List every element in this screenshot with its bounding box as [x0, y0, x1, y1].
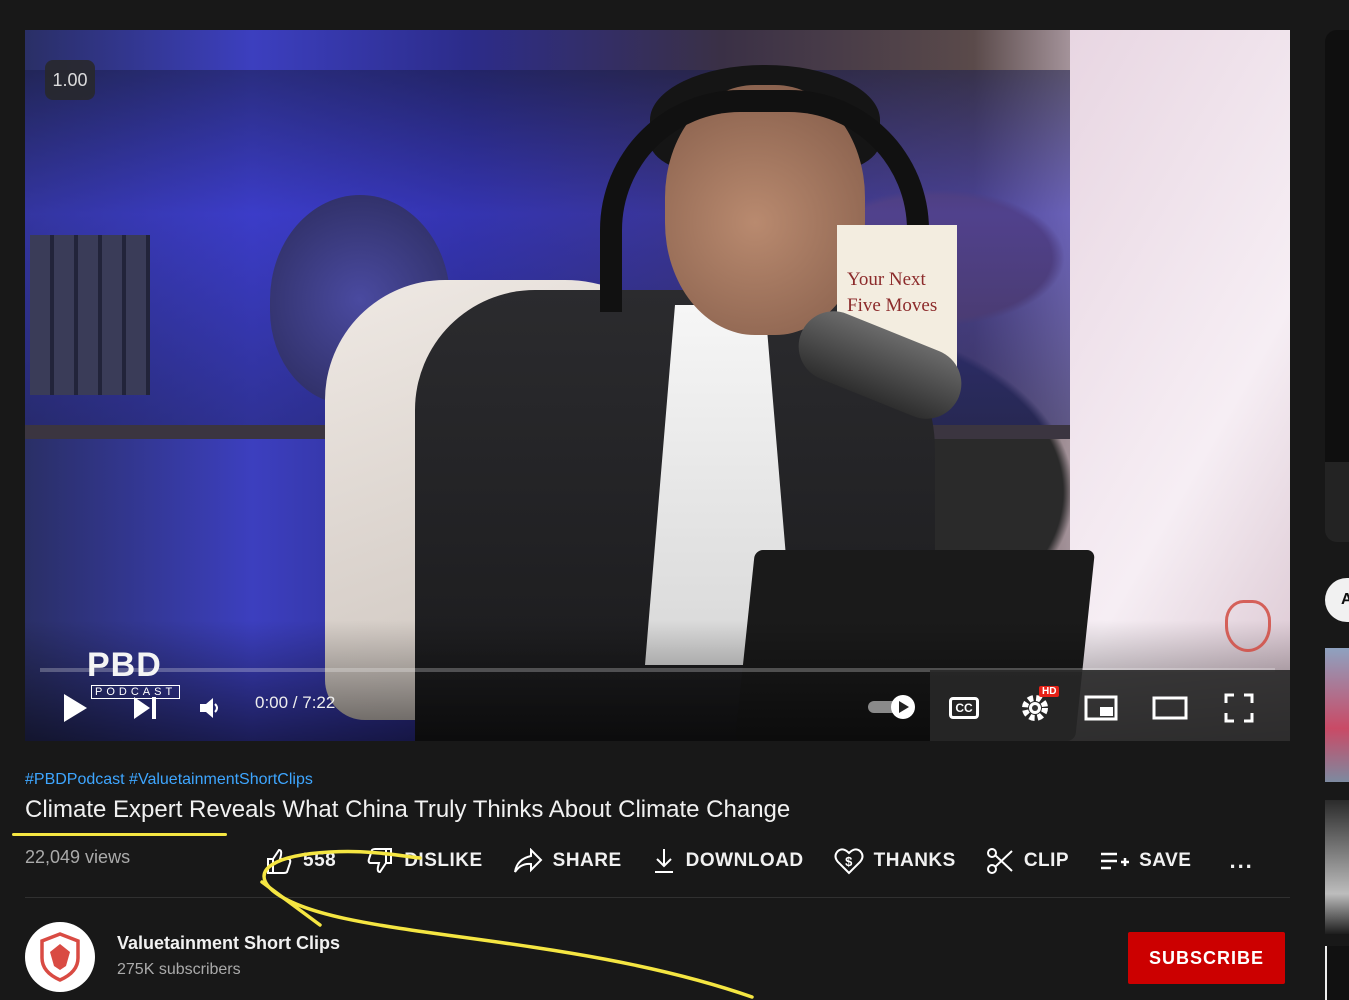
share-button[interactable]: SHARE — [513, 848, 622, 874]
channel-name[interactable]: Valuetainment Short Clips — [117, 933, 340, 954]
thanks-label: THANKS — [873, 850, 956, 871]
sidebar-filter-chip[interactable]: A — [1325, 578, 1349, 622]
play-button[interactable] — [55, 688, 95, 728]
subscribe-button[interactable]: SUBSCRIBE — [1128, 932, 1285, 984]
next-icon — [134, 697, 156, 719]
dislike-button[interactable]: DISLIKE — [366, 847, 482, 875]
clip-button[interactable]: CLIP — [986, 847, 1069, 875]
save-label: SAVE — [1139, 850, 1192, 871]
share-label: SHARE — [552, 850, 622, 871]
view-count[interactable]: 22,049 views — [25, 847, 130, 868]
sidebar-panel — [1325, 30, 1349, 462]
volume-icon — [200, 698, 218, 718]
download-icon — [654, 849, 673, 873]
miniplayer-button[interactable] — [1081, 692, 1121, 724]
bookshelf-books — [30, 235, 150, 395]
volume-button[interactable] — [195, 692, 225, 724]
gear-icon — [1022, 695, 1048, 721]
video-player[interactable]: Your Next Five Moves 1.00 PBD PODCAST 0:… — [25, 30, 1290, 741]
cc-icon: CC — [949, 697, 979, 719]
fullscreen-button[interactable] — [1219, 690, 1259, 726]
theater-icon — [1152, 696, 1188, 720]
next-button[interactable] — [125, 690, 165, 726]
hd-badge: HD — [1039, 686, 1060, 697]
video-hashtags[interactable]: #PBDPodcast #ValuetainmentShortClips — [25, 771, 313, 789]
annotation-underline — [12, 833, 227, 836]
share-icon — [513, 848, 543, 873]
download-button[interactable]: DOWNLOAD — [652, 847, 804, 875]
sidebar-thumbnail[interactable] — [1325, 800, 1349, 934]
svg-text:$: $ — [845, 854, 853, 869]
theater-mode-button[interactable] — [1149, 692, 1191, 724]
thanks-button[interactable]: $ THANKS — [834, 847, 956, 875]
sidebar-thumbnail[interactable] — [1325, 946, 1349, 1000]
fullscreen-icon — [1224, 693, 1254, 723]
action-bar: 558 DISLIKE SHARE DOWNLOAD $ THANKS CLIP… — [265, 843, 1254, 879]
dislike-label: DISLIKE — [404, 850, 483, 871]
like-count: 558 — [303, 850, 337, 871]
play-icon — [64, 694, 87, 722]
playlist-add-icon — [1101, 852, 1130, 870]
subtitles-button[interactable]: CC — [943, 692, 985, 724]
download-label: DOWNLOAD — [685, 850, 804, 871]
subscriber-count: 275K subscribers — [117, 961, 241, 978]
sidebar-panel-footer — [1325, 462, 1349, 542]
autoplay-toggle-icon — [868, 695, 915, 719]
clip-label: CLIP — [1023, 850, 1070, 871]
like-button[interactable]: 558 — [265, 847, 336, 875]
scissors-icon — [986, 848, 1013, 874]
heart-dollar-icon: $ — [834, 848, 864, 875]
thumbs-down-icon — [367, 848, 393, 874]
channel-avatar[interactable] — [25, 922, 95, 992]
sidebar-thumbnail[interactable] — [1325, 648, 1349, 782]
thumbs-up-icon — [267, 848, 292, 874]
channel-watermark-icon[interactable] — [1225, 600, 1271, 652]
section-divider — [25, 897, 1290, 898]
autoplay-toggle[interactable] — [863, 692, 919, 722]
miniplayer-icon — [1084, 695, 1118, 721]
playback-speed-badge: 1.00 — [45, 60, 95, 100]
more-actions-button[interactable]: ... — [1229, 848, 1253, 874]
pbd-logo: PBD — [87, 646, 162, 684]
save-button[interactable]: SAVE — [1099, 849, 1191, 873]
lion-shield-icon — [40, 932, 80, 982]
time-display: 0:00 / 7:22 — [255, 693, 336, 712]
video-title: Climate Expert Reveals What China Truly … — [25, 796, 791, 823]
settings-button[interactable]: HD — [1013, 686, 1060, 728]
